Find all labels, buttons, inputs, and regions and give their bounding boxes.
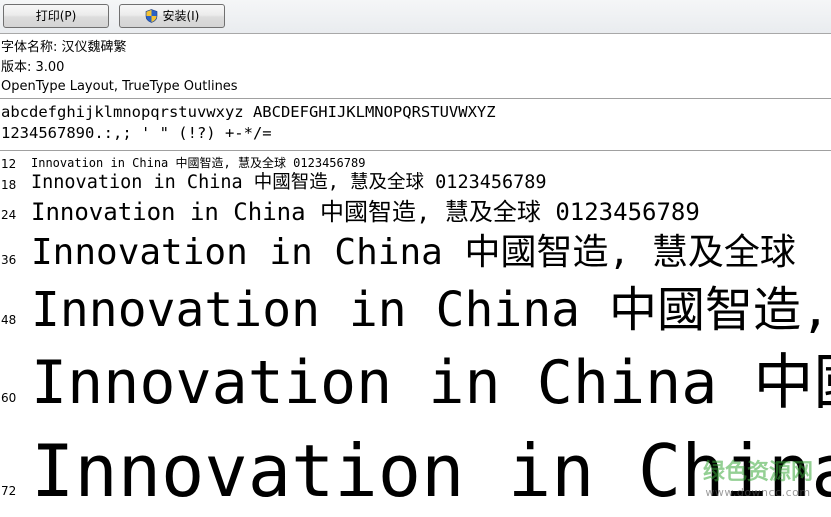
toolbar: 打印(P) 安装(I) <box>0 0 831 34</box>
print-button[interactable]: 打印(P) <box>3 4 109 28</box>
charset-preview: abcdefghijklmnopqrstuvwxyz ABCDEFGHIJKLM… <box>0 102 496 144</box>
charset-digits-symbols: 1234567890.:,; ' " (!?) +-*/= <box>1 124 272 142</box>
sample-text: Innovation in China 中國智造, <box>31 282 830 338</box>
font-type-line: OpenType Layout, TrueType Outlines <box>1 79 238 94</box>
font-name-line: 字体名称: 汉仪魏碑繁 <box>1 40 127 55</box>
install-button-label: 安装(I) <box>162 9 200 23</box>
size-label: 48 <box>1 313 17 327</box>
size-label: 18 <box>1 178 17 192</box>
watermark: 绿色资源网 www.downcc.com <box>702 460 813 503</box>
font-version-line: 版本: 3.00 <box>1 59 65 75</box>
size-label: 36 <box>1 253 17 267</box>
watermark-url: www.downcc.com <box>705 486 811 499</box>
font-info: 字体名称: 汉仪魏碑繁 版本: 3.00 OpenType Layout, Tr… <box>0 38 831 97</box>
size-label: 60 <box>1 391 17 405</box>
size-label: 24 <box>1 208 17 222</box>
watermark-text: 绿色资源网 <box>702 460 813 485</box>
sample-text: Innovation in China 中國智造, 慧及全球 012345678… <box>31 198 700 226</box>
size-label: 72 <box>1 484 17 498</box>
charset-letters: abcdefghijklmnopqrstuvwxyz ABCDEFGHIJKLM… <box>1 103 496 121</box>
sample-text: Innovation in China 中國智造, 慧及全球 <box>31 232 796 273</box>
sample-text: Innovation in China 中國智造, 慧及全球 012345678… <box>31 156 366 170</box>
divider <box>0 98 831 99</box>
sample-text: Innovation in China 中國 <box>31 348 831 418</box>
print-button-label: 打印(P) <box>35 9 77 23</box>
size-label: 12 <box>1 157 17 171</box>
uac-shield-icon <box>145 9 157 23</box>
sample-text: Innovation in China 中國智造, 慧及全球 012345678… <box>31 172 547 193</box>
install-button[interactable]: 安装(I) <box>119 4 225 28</box>
